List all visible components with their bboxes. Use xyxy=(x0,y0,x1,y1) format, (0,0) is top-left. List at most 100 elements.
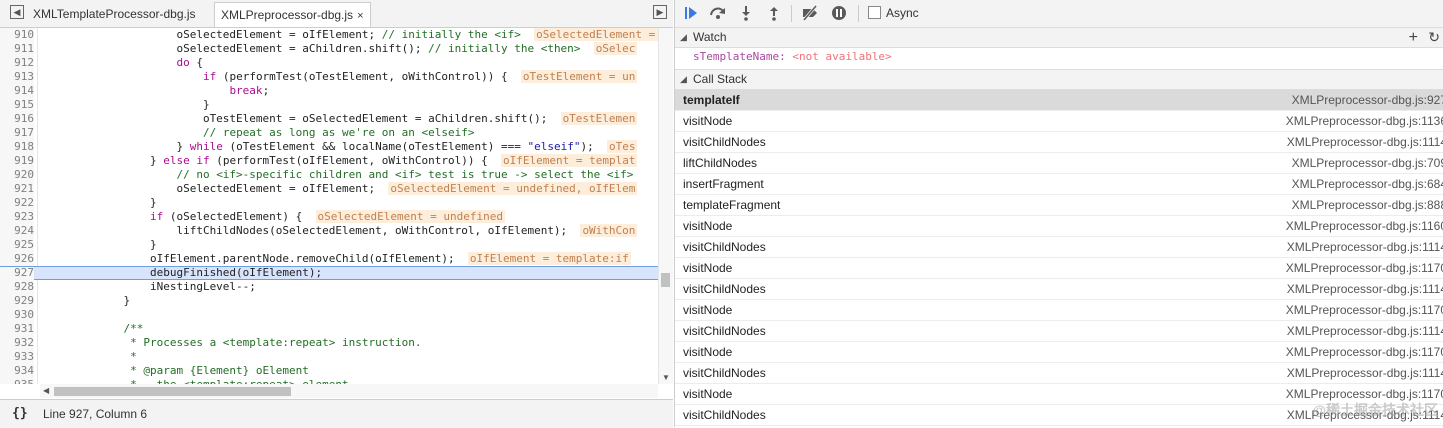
code-line-current[interactable]: 927 debugFinished(oIfElement); xyxy=(0,266,658,281)
line-number[interactable]: 916 xyxy=(0,112,34,126)
code-line[interactable]: 926 oIfElement.parentNode.removeChild(oI… xyxy=(0,252,658,266)
call-stack-section-header[interactable]: ◢ Call Stack xyxy=(675,69,1443,90)
call-frame-location[interactable]: XMLPreprocessor-dbg.js:888 xyxy=(1292,195,1443,215)
scroll-down-icon[interactable]: ▼ xyxy=(662,373,670,382)
line-number[interactable]: 921 xyxy=(0,182,34,196)
code-line[interactable]: 910 oSelectedElement = oIfElement; // in… xyxy=(0,28,658,42)
code-line[interactable]: 916 oTestElement = oSelectedElement = aC… xyxy=(0,112,658,126)
call-frame[interactable]: visitChildNodes XMLPreprocessor-dbg.js:11… xyxy=(675,237,1443,258)
call-frame[interactable]: visitNode XMLPreprocessor-dbg.js:1170 xyxy=(675,258,1443,279)
pause-on-exceptions-icon[interactable] xyxy=(830,5,848,23)
line-number[interactable]: 912 xyxy=(0,56,34,70)
collapse-triangle-icon[interactable]: ◢ xyxy=(680,70,687,89)
line-number[interactable]: 915 xyxy=(0,98,34,112)
scrollbar-thumb[interactable] xyxy=(661,273,670,287)
line-number[interactable]: 935 xyxy=(0,378,34,384)
pretty-print-icon[interactable]: {} xyxy=(12,406,28,421)
code-line[interactable]: 923 if (oSelectedElement) { oSelectedEle… xyxy=(0,210,658,224)
code-line[interactable]: 931 /** xyxy=(0,322,658,336)
line-number[interactable]: 924 xyxy=(0,224,34,238)
code-line[interactable]: 925 } xyxy=(0,238,658,252)
deactivate-breakpoints-icon[interactable] xyxy=(801,5,819,23)
code-line[interactable]: 919 } else if (performTest(oIfElement, o… xyxy=(0,154,658,168)
tab-xmlpreprocessor[interactable]: XMLPreprocessor-dbg.js × xyxy=(214,2,371,27)
call-frame-location[interactable]: XMLPreprocessor-dbg.js:1114 xyxy=(1287,279,1443,299)
refresh-icon[interactable]: ↻ xyxy=(1428,28,1440,47)
step-over-icon[interactable] xyxy=(709,5,727,23)
code-line[interactable]: 914 break; xyxy=(0,84,658,98)
line-number[interactable]: 919 xyxy=(0,154,34,168)
code-line[interactable]: 913 if (performTest(oTestElement, oWithC… xyxy=(0,70,658,84)
call-frame[interactable]: visitChildNodes XMLPreprocessor-dbg.js:11… xyxy=(675,132,1443,153)
call-frame[interactable]: liftChildNodes XMLPreprocessor-dbg.js:709 xyxy=(675,153,1443,174)
code-line[interactable]: 929 } xyxy=(0,294,658,308)
call-frame-location[interactable]: XMLPreprocessor-dbg.js:1160 xyxy=(1286,216,1443,236)
step-into-icon[interactable] xyxy=(737,5,755,23)
call-frame-location[interactable]: XMLPreprocessor-dbg.js:709 xyxy=(1292,153,1443,173)
line-number[interactable]: 926 xyxy=(0,252,34,266)
line-number[interactable]: 910 xyxy=(0,28,34,42)
close-tab-icon[interactable]: × xyxy=(357,10,363,22)
call-frame-location[interactable]: XMLPreprocessor-dbg.js:1114 xyxy=(1287,321,1443,341)
watch-expression[interactable]: sTemplateName: <not available> xyxy=(675,47,1443,67)
call-frame[interactable]: insertFragment XMLPreprocessor-dbg.js:684 xyxy=(675,174,1443,195)
call-frame-location[interactable]: XMLPreprocessor-dbg.js:684 xyxy=(1292,174,1443,194)
toggle-debugger-icon[interactable]: ▶ xyxy=(653,5,667,19)
code-line[interactable]: 912 do { xyxy=(0,56,658,70)
code-line[interactable]: 920 // no <if>-specific children and <if… xyxy=(0,168,658,182)
call-frame-location[interactable]: XMLPreprocessor-dbg.js:927 xyxy=(1292,90,1443,110)
line-number[interactable]: 930 xyxy=(0,308,34,322)
line-number[interactable]: 913 xyxy=(0,70,34,84)
call-frame-location[interactable]: XMLPreprocessor-dbg.js:1170 xyxy=(1286,300,1443,320)
checkbox-box[interactable] xyxy=(868,6,881,19)
horizontal-scrollbar[interactable]: ◀ xyxy=(40,384,658,398)
call-frame[interactable]: visitChildNodes XMLPreprocessor-dbg.js:11… xyxy=(675,279,1443,300)
code-line[interactable]: 922 } xyxy=(0,196,658,210)
call-frame[interactable]: templateIf XMLPreprocessor-dbg.js:927 xyxy=(675,90,1443,111)
collapse-triangle-icon[interactable]: ◢ xyxy=(680,28,687,47)
line-number[interactable]: 918 xyxy=(0,140,34,154)
call-frame-location[interactable]: XMLPreprocessor-dbg.js:1170 xyxy=(1286,342,1443,362)
code-line[interactable]: 911 oSelectedElement = aChildren.shift()… xyxy=(0,42,658,56)
call-frame[interactable]: visitNode XMLPreprocessor-dbg.js:1136 xyxy=(675,111,1443,132)
call-frame-location[interactable]: XMLPreprocessor-dbg.js:1170 xyxy=(1286,258,1443,278)
code-line[interactable]: 933 * xyxy=(0,350,658,364)
call-frame-location[interactable]: XMLPreprocessor-dbg.js:1136 xyxy=(1286,111,1443,131)
code-editor[interactable]: 910 oSelectedElement = oIfElement; // in… xyxy=(0,28,658,384)
code-line[interactable]: 924 liftChildNodes(oSelectedElement, oWi… xyxy=(0,224,658,238)
scroll-left-icon[interactable]: ◀ xyxy=(43,386,49,395)
line-number[interactable]: 914 xyxy=(0,84,34,98)
code-line[interactable]: 928 iNestingLevel--; xyxy=(0,280,658,294)
line-number[interactable]: 933 xyxy=(0,350,34,364)
toggle-navigator-icon[interactable]: ◀ xyxy=(10,5,24,19)
line-number[interactable]: 928 xyxy=(0,280,34,294)
line-number[interactable]: 929 xyxy=(0,294,34,308)
watch-section-header[interactable]: ◢ Watch + ↻ xyxy=(675,27,1443,48)
call-frame-location[interactable]: XMLPreprocessor-dbg.js:1114 xyxy=(1287,237,1443,257)
code-line[interactable]: 921 oSelectedElement = oIfElement; oSele… xyxy=(0,182,658,196)
call-frame-location[interactable]: XMLPreprocessor-dbg.js:1114 xyxy=(1287,363,1443,383)
tab-xmltemplateprocessor[interactable]: XMLTemplateProcessor-dbg.js xyxy=(27,2,202,27)
line-number[interactable]: 931 xyxy=(0,322,34,336)
code-line[interactable]: 932 * Processes a <template:repeat> inst… xyxy=(0,336,658,350)
resume-icon[interactable] xyxy=(682,5,700,23)
vertical-scrollbar[interactable]: ▼ xyxy=(658,28,673,384)
async-checkbox[interactable]: Async xyxy=(868,6,919,20)
line-number[interactable]: 925 xyxy=(0,238,34,252)
line-number[interactable]: 927 xyxy=(0,267,34,281)
code-line[interactable]: 918 } while (oTestElement && localName(o… xyxy=(0,140,658,154)
code-line[interactable]: 930 xyxy=(0,308,658,322)
call-frame[interactable]: visitChildNodes XMLPreprocessor-dbg.js:11… xyxy=(675,363,1443,384)
scrollbar-thumb[interactable] xyxy=(54,387,291,396)
add-expression-icon[interactable]: + xyxy=(1409,28,1418,47)
call-frame[interactable]: visitNode XMLPreprocessor-dbg.js:1170 xyxy=(675,300,1443,321)
line-number[interactable]: 920 xyxy=(0,168,34,182)
call-frame[interactable]: visitNode XMLPreprocessor-dbg.js:1170 xyxy=(675,342,1443,363)
code-line[interactable]: 917 // repeat as long as we're on an <el… xyxy=(0,126,658,140)
line-number[interactable]: 911 xyxy=(0,42,34,56)
line-number[interactable]: 922 xyxy=(0,196,34,210)
line-number[interactable]: 923 xyxy=(0,210,34,224)
call-frame[interactable]: visitNode XMLPreprocessor-dbg.js:1160 xyxy=(675,216,1443,237)
code-line[interactable]: 915 } xyxy=(0,98,658,112)
call-frame[interactable]: visitChildNodes XMLPreprocessor-dbg.js:11… xyxy=(675,321,1443,342)
